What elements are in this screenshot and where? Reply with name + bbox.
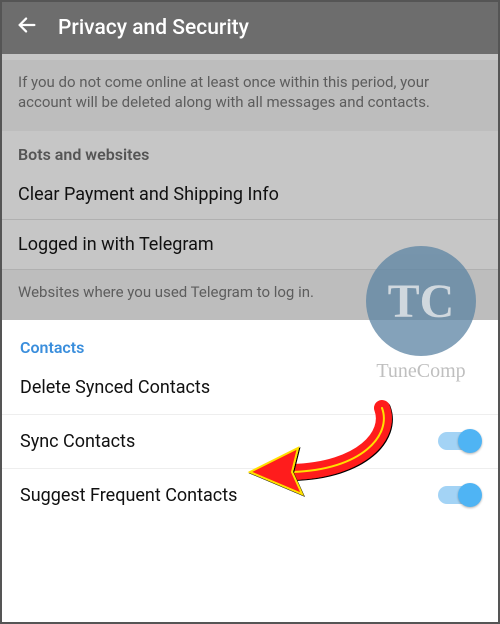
delete-synced-contacts-item[interactable]: Delete Synced Contacts xyxy=(2,361,498,415)
logged-in-info: Websites where you used Telegram to log … xyxy=(2,270,498,320)
contacts-header: Contacts xyxy=(2,326,498,361)
dimmed-area: If you do not come online at least once … xyxy=(2,54,498,320)
logged-in-item[interactable]: Logged in with Telegram xyxy=(2,220,498,270)
suggest-contacts-toggle[interactable] xyxy=(438,486,480,504)
account-deletion-info: If you do not come online at least once … xyxy=(2,54,498,131)
suggest-contacts-item[interactable]: Suggest Frequent Contacts xyxy=(2,469,498,522)
back-icon[interactable] xyxy=(12,10,48,46)
suggest-contacts-label: Suggest Frequent Contacts xyxy=(20,485,237,506)
sync-contacts-label: Sync Contacts xyxy=(20,431,135,452)
app-bar: Privacy and Security xyxy=(2,2,498,54)
sync-contacts-toggle[interactable] xyxy=(438,432,480,450)
page-title: Privacy and Security xyxy=(58,16,249,40)
contacts-section: Contacts Delete Synced Contacts Sync Con… xyxy=(2,320,498,522)
delete-synced-label: Delete Synced Contacts xyxy=(20,377,210,398)
sync-contacts-item[interactable]: Sync Contacts xyxy=(2,415,498,469)
bots-section-header: Bots and websites xyxy=(2,131,498,170)
clear-payment-item[interactable]: Clear Payment and Shipping Info xyxy=(2,170,498,220)
